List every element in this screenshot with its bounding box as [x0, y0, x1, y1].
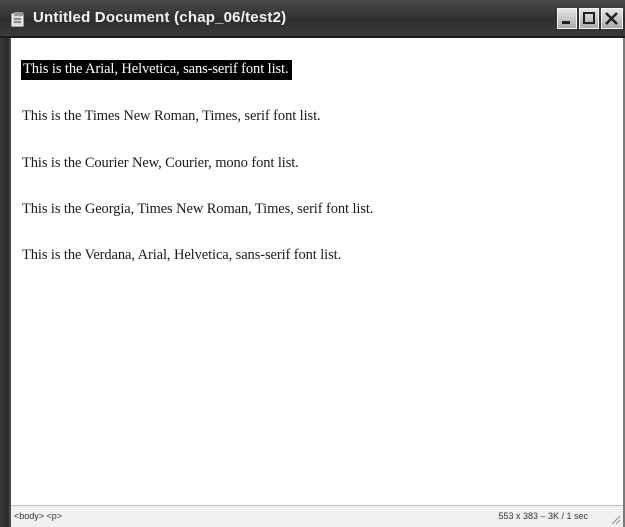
status-bar: <body> <p> 553 x 383 – 3K / 1 sec: [11, 505, 623, 527]
title-bar[interactable]: Untitled Document (chap_06/test2): [0, 0, 625, 38]
document-icon: [11, 11, 25, 27]
font-line-verdana[interactable]: This is the Verdana, Arial, Helvetica, s…: [22, 247, 341, 264]
font-line-courier[interactable]: This is the Courier New, Courier, mono f…: [22, 155, 299, 172]
minimize-icon: [562, 21, 570, 24]
close-button[interactable]: [601, 8, 623, 29]
window-size-readout[interactable]: 553 x 383 – 3K / 1 sec: [498, 511, 588, 521]
maximize-button[interactable]: [579, 8, 599, 29]
selected-font-line-arial[interactable]: This is the Arial, Helvetica, sans-serif…: [21, 60, 292, 80]
close-icon: [605, 12, 618, 25]
window-frame-left: [0, 38, 11, 527]
document-body[interactable]: This is the Arial, Helvetica, sans-serif…: [11, 38, 623, 505]
tag-selector[interactable]: <body> <p>: [14, 511, 62, 521]
minimize-button[interactable]: [557, 8, 577, 29]
document-window: Untitled Document (chap_06/test2) This i…: [0, 0, 625, 527]
resize-grip-icon[interactable]: [609, 513, 621, 525]
window-title: Untitled Document (chap_06/test2): [33, 9, 287, 26]
font-line-times[interactable]: This is the Times New Roman, Times, seri…: [22, 108, 321, 125]
font-line-georgia[interactable]: This is the Georgia, Times New Roman, Ti…: [22, 201, 373, 218]
maximize-icon: [583, 12, 595, 24]
